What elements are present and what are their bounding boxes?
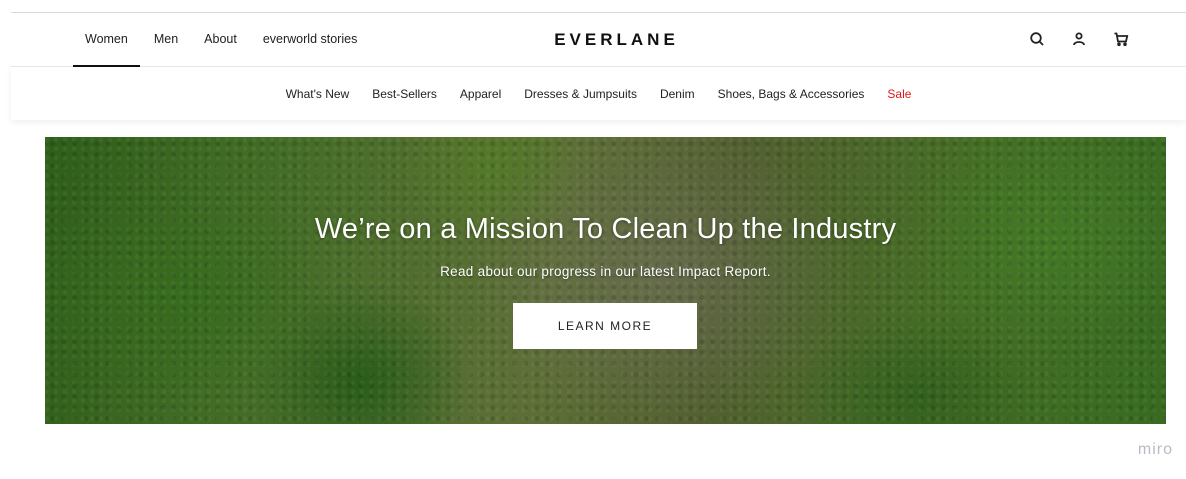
account-icon[interactable] bbox=[1069, 29, 1089, 49]
tab-men[interactable]: Men bbox=[154, 13, 178, 67]
gender-nav: Women Men About everworld stories bbox=[73, 13, 383, 67]
category-sale[interactable]: Sale bbox=[887, 87, 911, 101]
tab-about[interactable]: About bbox=[204, 13, 237, 67]
page: Women Men About everworld stories EVERLA… bbox=[0, 0, 1186, 479]
miro-watermark: miro bbox=[1137, 441, 1173, 458]
category-nav: What's New Best-Sellers Apparel Dresses … bbox=[11, 67, 1186, 120]
top-navigation: Women Men About everworld stories EVERLA… bbox=[11, 12, 1186, 67]
category-apparel[interactable]: Apparel bbox=[460, 87, 501, 101]
brand-logo[interactable]: EVERLANE bbox=[554, 13, 679, 67]
category-whats-new[interactable]: What's New bbox=[286, 87, 350, 101]
learn-more-button[interactable]: LEARN MORE bbox=[513, 303, 697, 349]
tab-everworld-stories[interactable]: everworld stories bbox=[263, 13, 357, 67]
category-denim[interactable]: Denim bbox=[660, 87, 695, 101]
cart-icon[interactable] bbox=[1111, 29, 1131, 49]
category-best-sellers[interactable]: Best-Sellers bbox=[372, 87, 437, 101]
hero-banner: We’re on a Mission To Clean Up the Indus… bbox=[45, 137, 1166, 424]
utility-icons bbox=[1027, 29, 1131, 49]
search-icon[interactable] bbox=[1027, 29, 1047, 49]
category-shoes-bags-accessories[interactable]: Shoes, Bags & Accessories bbox=[718, 87, 865, 101]
tab-women[interactable]: Women bbox=[73, 13, 140, 67]
hero-overlay bbox=[45, 137, 1166, 424]
category-dresses-jumpsuits[interactable]: Dresses & Jumpsuits bbox=[524, 87, 637, 101]
hero-title: We’re on a Mission To Clean Up the Indus… bbox=[314, 213, 897, 245]
hero-subtitle: Read about our progress in our latest Im… bbox=[440, 264, 771, 279]
